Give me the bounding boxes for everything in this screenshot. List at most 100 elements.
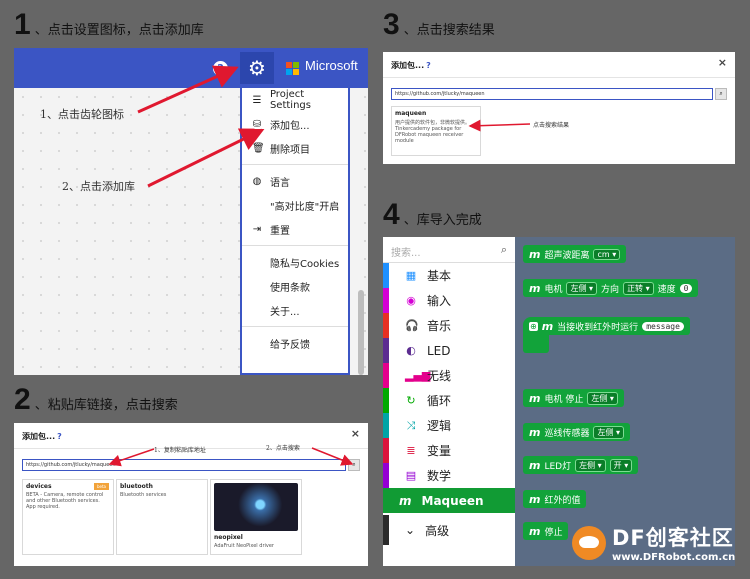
settings-menu: ☰ Project Settings ⛁ 添加包... 🗑 删除项目 ◍ 语言 "高对比度"开启… (240, 88, 350, 375)
category-label: 输入 (427, 294, 452, 308)
search-icon[interactable]: ⌕ (348, 459, 360, 471)
card-description: 用户提供的软件包，非微软提供。Tinkercademy package for … (395, 120, 471, 144)
step-2-title: 2 、粘贴库链接，点击搜索 (14, 383, 178, 417)
step-text: 、点击设置图标，点击添加库 (34, 23, 204, 38)
package-card-bluetooth[interactable]: bluetooth Bluetooth services (116, 479, 208, 555)
card-description: BETA - Camera, remote control and other … (26, 492, 104, 510)
sensor-dropdown[interactable]: 左侧 ▾ (593, 425, 625, 439)
menu-item-label: 给予反馈 (270, 339, 310, 351)
toolbox-search-input[interactable]: 搜索... ⌕ (383, 237, 515, 263)
menu-item[interactable]: 给予反馈 (242, 331, 348, 355)
menu-item-label: 关于... (270, 306, 300, 318)
help-icon[interactable]: ? (426, 61, 431, 70)
block-label: 当接收到红外时运行 (557, 322, 639, 333)
menu-item[interactable]: ☰ Project Settings (242, 88, 348, 112)
block-label: 红外的值 (544, 495, 581, 506)
category-maqueen[interactable]: m Maqueen (383, 488, 515, 513)
motor-dropdown[interactable]: 左侧 ▾ (587, 391, 618, 405)
menu-item[interactable]: "高对比度"开启 (242, 193, 348, 217)
block-ir-value[interactable]: m 红外的值 (523, 490, 587, 508)
annotation-paste-url: 1、复制粘贴库地址 (154, 447, 206, 454)
category-item[interactable]: ◉ 输入 (383, 288, 515, 313)
message-field[interactable]: message (642, 321, 684, 331)
search-icon[interactable]: ⌕ (715, 88, 727, 100)
category-label: 高级 (425, 523, 450, 538)
card-title: neopixel (214, 534, 243, 541)
block-ir-event[interactable]: ⊕ m 当接收到红外时运行 message (523, 317, 690, 335)
card-title: bluetooth (120, 483, 153, 490)
menu-item[interactable]: ◍ 语言 (242, 169, 348, 193)
category-item[interactable]: ↻ 循环 (383, 388, 515, 413)
package-search-input[interactable]: https://github.com/jtlucky/maqueen (391, 88, 713, 100)
menu-separator (242, 326, 348, 327)
menu-item[interactable]: 🗑 删除项目 (242, 136, 348, 160)
watermark-title: DF创客社区 (612, 526, 734, 550)
menu-item[interactable]: 隐私与Cookies (242, 250, 348, 274)
category-item[interactable]: 🎧 音乐 (383, 313, 515, 338)
unit-dropdown[interactable]: cm ▾ (593, 248, 621, 260)
annotation-click-result: 点击搜索结果 (533, 122, 570, 129)
help-icon[interactable]: ? (57, 432, 62, 441)
close-icon[interactable]: × (718, 56, 727, 69)
neopixel-image (214, 483, 298, 531)
add-package-dialog-search: 添加包...? × 1、复制粘贴库地址 2、点击搜索 https://githu… (14, 423, 368, 566)
maqueen-icon: m (529, 524, 541, 538)
category-list: ▦ 基本 ◉ 输入 🎧 音乐 ◐ LED ▂▄▆ 无线 ↻ 循环 ⤨ 逻辑 ≣ 变量 ▤ 数学 (383, 263, 515, 488)
menu-item-label: 语言 (270, 177, 290, 189)
direction-dropdown[interactable]: 正转 ▾ (623, 281, 654, 295)
category-item[interactable]: ▂▄▆ 无线 (383, 363, 515, 388)
toolbox-categories: 搜索... ⌕ ▦ 基本 ◉ 输入 🎧 音乐 ◐ LED ▂▄▆ 无线 ↻ 循环 ⤨ 逻辑 ≣ 变量 ▤ 数学 m… (383, 237, 515, 566)
block-ultrasonic[interactable]: m 超声波距离 cm ▾ (523, 245, 627, 263)
category-item[interactable]: ▦ 基本 (383, 263, 515, 288)
state-dropdown[interactable]: 开 ▾ (609, 458, 633, 472)
category-label: 循环 (427, 394, 452, 408)
block-label: LED灯 (544, 461, 572, 472)
menu-item[interactable]: 使用条款 (242, 274, 348, 298)
block-motor-stop[interactable]: m 电机 停止 左侧 ▾ (523, 389, 624, 407)
step-number: 2 (14, 383, 31, 416)
menu-item-label: 删除项目 (270, 144, 310, 156)
menu-item[interactable]: ⇥ 重置 (242, 217, 348, 241)
search-icon[interactable]: ⌕ (501, 243, 507, 257)
package-card-neopixel[interactable]: neopixel AdaFruit NeoPixel driver (210, 479, 302, 555)
category-item[interactable]: ≣ 变量 (383, 438, 515, 463)
block-line-sensor[interactable]: m 巡线传感器 左侧 ▾ (523, 423, 631, 441)
category-icon: ⤨ (406, 418, 416, 432)
scrollbar[interactable] (358, 290, 364, 375)
category-item[interactable]: ⤨ 逻辑 (383, 413, 515, 438)
menu-item[interactable]: 关于... (242, 298, 348, 322)
category-label: 基本 (427, 269, 452, 283)
category-item[interactable]: ◐ LED (383, 338, 515, 363)
motor-dropdown[interactable]: 左侧 ▾ (566, 281, 598, 295)
gear-icon[interactable]: ⊕ (529, 321, 538, 331)
speed-field[interactable]: 0 (679, 283, 693, 293)
close-icon[interactable]: × (351, 427, 360, 440)
block-led[interactable]: m LED灯 左侧 ▾ 开 ▾ (523, 456, 639, 474)
menu-item-label: "高对比度"开启 (270, 201, 340, 213)
maqueen-icon: m (529, 492, 541, 506)
category-item[interactable]: ▤ 数学 (383, 463, 515, 488)
category-label: 无线 (427, 369, 452, 383)
category-icon: ◉ (406, 294, 416, 307)
category-advanced[interactable]: ⌄ 高级 (383, 515, 515, 545)
block-motor-run[interactable]: m 电机 左侧 ▾ 方向 正转 ▾ 速度 0 (523, 279, 699, 297)
package-card-devices[interactable]: devices beta BETA - Camera, remote contr… (22, 479, 114, 555)
gear-icon[interactable]: ⚙ (240, 52, 274, 84)
package-search-input[interactable]: https://github.com/jtlucky/maqueen (22, 459, 346, 471)
led-dropdown[interactable]: 左侧 ▾ (575, 458, 606, 472)
menu-item[interactable]: ⛁ 添加包... (242, 112, 348, 136)
block-stop[interactable]: m 停止 (523, 522, 569, 540)
menu-item-label: 隐私与Cookies (270, 258, 340, 270)
maqueen-icon: m (529, 425, 541, 439)
annotation-click-search: 2、点击搜索 (266, 445, 300, 452)
menu-item-icon: ⇥ (252, 223, 262, 235)
annotation-click-add-package: 2、点击添加库 (62, 180, 135, 193)
beta-badge: beta (93, 483, 109, 490)
package-card-maqueen[interactable]: maqueen 用户提供的软件包，非微软提供。Tinkercademy pack… (391, 106, 481, 156)
category-label: 音乐 (427, 319, 452, 333)
block-label: 电机 停止 (544, 394, 584, 405)
maqueen-icon: m (529, 281, 541, 295)
category-label: 变量 (427, 444, 452, 458)
menu-item-icon: ◍ (252, 175, 262, 187)
help-icon[interactable]: ? (213, 61, 228, 76)
